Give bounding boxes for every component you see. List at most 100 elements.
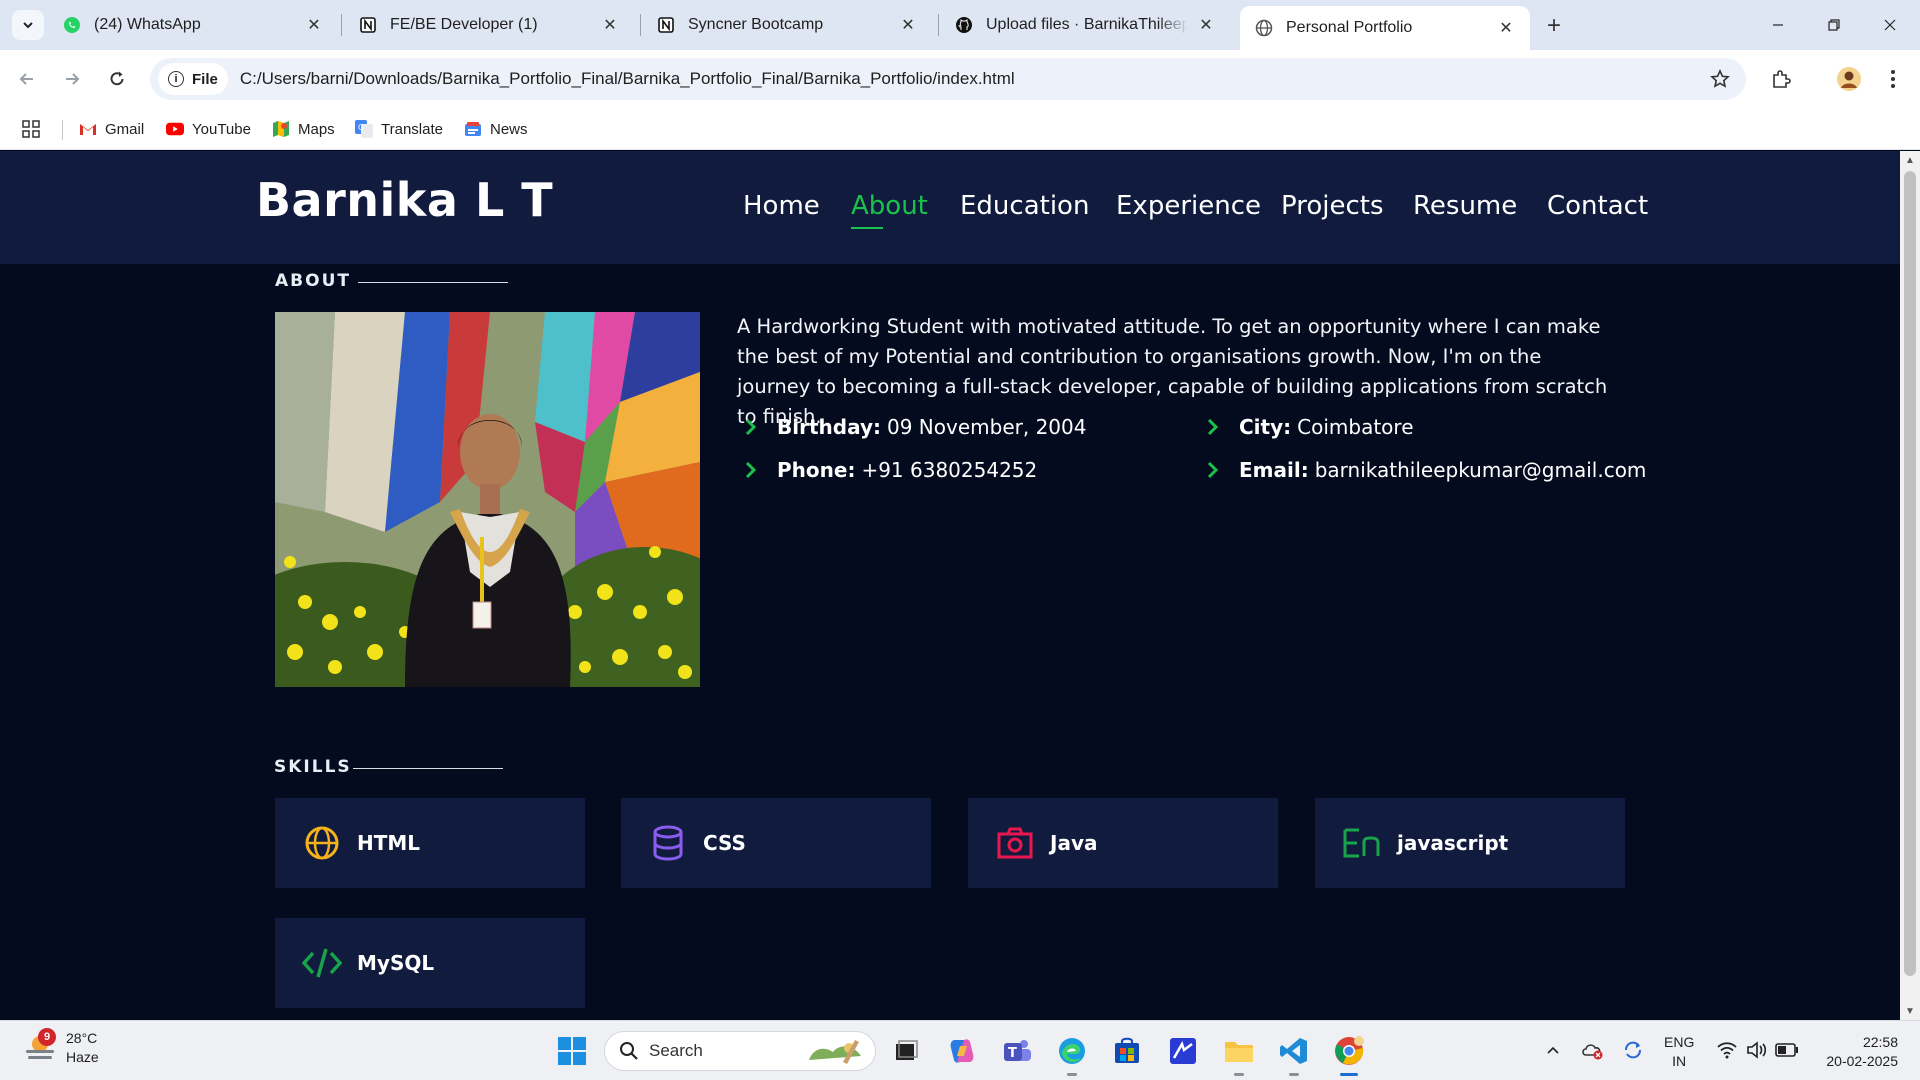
github-icon bbox=[954, 15, 974, 35]
nav-active-underline bbox=[851, 227, 883, 229]
tab-personal-portfolio[interactable]: Personal Portfolio ✕ bbox=[1240, 6, 1530, 50]
tab-whatsapp[interactable]: (24) WhatsApp ✕ bbox=[48, 6, 338, 44]
kebab-menu-icon bbox=[1891, 70, 1895, 88]
start-button[interactable] bbox=[554, 1033, 590, 1069]
show-hidden-icons-button[interactable] bbox=[1538, 1035, 1568, 1065]
lang-line-2: IN bbox=[1672, 1053, 1687, 1069]
tab-separator bbox=[640, 14, 641, 36]
tab-strip: (24) WhatsApp ✕ FE/BE Developer (1) ✕ Sy… bbox=[0, 0, 1920, 50]
apps-button[interactable] bbox=[22, 118, 40, 140]
site-info-chip[interactable]: i File bbox=[158, 63, 228, 95]
copilot-button[interactable] bbox=[944, 1033, 980, 1069]
window-close-button[interactable] bbox=[1872, 10, 1908, 40]
battery-tray[interactable] bbox=[1772, 1035, 1802, 1065]
arrow-left-icon bbox=[19, 73, 33, 85]
scrollbar-thumb[interactable] bbox=[1904, 171, 1916, 976]
volume-tray[interactable] bbox=[1742, 1035, 1772, 1065]
nav-education[interactable]: Education bbox=[960, 191, 1089, 221]
close-icon[interactable]: ✕ bbox=[304, 15, 324, 35]
vscode-icon bbox=[1280, 1038, 1307, 1064]
taskbar-search-box[interactable]: Search bbox=[604, 1031, 876, 1071]
close-icon bbox=[1884, 19, 1896, 31]
editor-app-button[interactable] bbox=[1165, 1033, 1201, 1069]
chevron-right-icon bbox=[1207, 461, 1219, 479]
bookmark-star-button[interactable] bbox=[1708, 67, 1732, 91]
nav-home[interactable]: Home bbox=[743, 191, 820, 221]
vscode-button[interactable] bbox=[1276, 1033, 1312, 1069]
close-icon[interactable]: ✕ bbox=[600, 15, 620, 35]
bookmark-separator bbox=[62, 120, 63, 140]
url-text[interactable]: C:/Users/barni/Downloads/Barnika_Portfol… bbox=[240, 69, 1015, 89]
close-icon[interactable]: ✕ bbox=[1196, 15, 1216, 35]
skill-name: Java bbox=[1050, 831, 1098, 855]
bookmark-news[interactable]: News bbox=[464, 118, 528, 140]
store-icon bbox=[1115, 1037, 1139, 1063]
detail-label: City: bbox=[1239, 415, 1292, 439]
profile-avatar[interactable] bbox=[1834, 64, 1864, 94]
bookmark-gmail[interactable]: Gmail bbox=[79, 118, 144, 140]
close-icon[interactable]: ✕ bbox=[1496, 18, 1516, 38]
copilot-icon bbox=[950, 1039, 974, 1063]
nav-about[interactable]: About bbox=[851, 191, 928, 221]
minimize-icon bbox=[1773, 24, 1783, 26]
forward-button[interactable] bbox=[57, 64, 87, 94]
tab-search-button[interactable] bbox=[12, 10, 44, 40]
teams-button[interactable]: T bbox=[999, 1033, 1035, 1069]
database-icon bbox=[647, 822, 689, 864]
chrome-button[interactable] bbox=[1331, 1033, 1367, 1069]
bookmark-youtube[interactable]: YouTube bbox=[166, 118, 251, 140]
weather-widget[interactable]: 9 28°C Haze bbox=[22, 1028, 99, 1067]
nav-experience[interactable]: Experience bbox=[1116, 191, 1261, 221]
file-explorer-button[interactable] bbox=[1221, 1033, 1257, 1069]
reload-button[interactable] bbox=[102, 64, 132, 94]
new-tab-button[interactable]: + bbox=[1540, 12, 1568, 40]
nav-projects[interactable]: Projects bbox=[1281, 191, 1384, 221]
wifi-tray[interactable] bbox=[1712, 1035, 1742, 1065]
nav-resume[interactable]: Resume bbox=[1413, 191, 1517, 221]
detail-value: barnikathileepkumar@gmail.com bbox=[1314, 458, 1647, 482]
running-indicator bbox=[1289, 1073, 1299, 1076]
task-view-button[interactable] bbox=[888, 1033, 924, 1069]
site-brand[interactable]: Barnika L T bbox=[256, 173, 553, 227]
folder-icon bbox=[1225, 1042, 1253, 1062]
sync-tray[interactable] bbox=[1618, 1035, 1648, 1065]
tab-fe-be-developer[interactable]: FE/BE Developer (1) ✕ bbox=[344, 6, 634, 44]
restore-button[interactable] bbox=[1816, 10, 1852, 40]
back-button[interactable] bbox=[12, 64, 42, 94]
search-highlight-icon bbox=[809, 1040, 861, 1064]
bookmark-translate[interactable]: G Translate bbox=[355, 118, 443, 140]
nav-contact[interactable]: Contact bbox=[1547, 191, 1648, 221]
store-button[interactable] bbox=[1109, 1033, 1145, 1069]
chevron-right-icon bbox=[1207, 418, 1219, 436]
onedrive-tray[interactable] bbox=[1578, 1035, 1608, 1065]
translate-icon: G bbox=[355, 120, 373, 138]
extensions-button[interactable] bbox=[1766, 64, 1796, 94]
edge-button[interactable] bbox=[1054, 1033, 1090, 1069]
page-scrollbar[interactable]: ▲ ▼ bbox=[1900, 151, 1920, 1020]
input-language[interactable]: ENG IN bbox=[1664, 1033, 1694, 1071]
scroll-up-icon[interactable]: ▲ bbox=[1905, 155, 1915, 166]
tab-syncner-bootcamp[interactable]: Syncner Bootcamp ✕ bbox=[642, 6, 932, 44]
skills-section-title: SKILLS bbox=[274, 757, 352, 777]
skill-card-css: CSS bbox=[621, 798, 931, 888]
speaker-icon bbox=[1747, 1041, 1767, 1059]
browser-menu-button[interactable] bbox=[1878, 64, 1908, 94]
skill-name: javascript bbox=[1397, 831, 1509, 855]
tab-separator bbox=[938, 14, 939, 36]
skill-card-mysql: MySQL bbox=[275, 918, 585, 1008]
windows-taskbar: 9 28°C Haze Search T ENG IN 22:58 20-02-… bbox=[0, 1020, 1920, 1080]
running-indicator bbox=[1234, 1073, 1244, 1076]
detail-label: Email: bbox=[1239, 458, 1309, 482]
minimize-button[interactable] bbox=[1760, 10, 1796, 40]
skill-name: MySQL bbox=[357, 951, 435, 975]
close-icon[interactable]: ✕ bbox=[898, 15, 918, 35]
globe-icon bbox=[301, 822, 343, 864]
gmail-icon bbox=[79, 120, 97, 138]
bookmark-maps[interactable]: Maps bbox=[272, 118, 335, 140]
site-header: Barnika L T Home About Education Experie… bbox=[0, 151, 1900, 264]
address-bar[interactable]: i File C:/Users/barni/Downloads/Barnika_… bbox=[150, 58, 1746, 100]
scroll-down-icon[interactable]: ▼ bbox=[1905, 1006, 1915, 1017]
tab-upload-files[interactable]: Upload files · BarnikaThileep/Bo ✕ bbox=[940, 6, 1230, 44]
system-clock[interactable]: 22:58 20-02-2025 bbox=[1814, 1033, 1898, 1071]
detail-value: Coimbatore bbox=[1297, 415, 1414, 439]
